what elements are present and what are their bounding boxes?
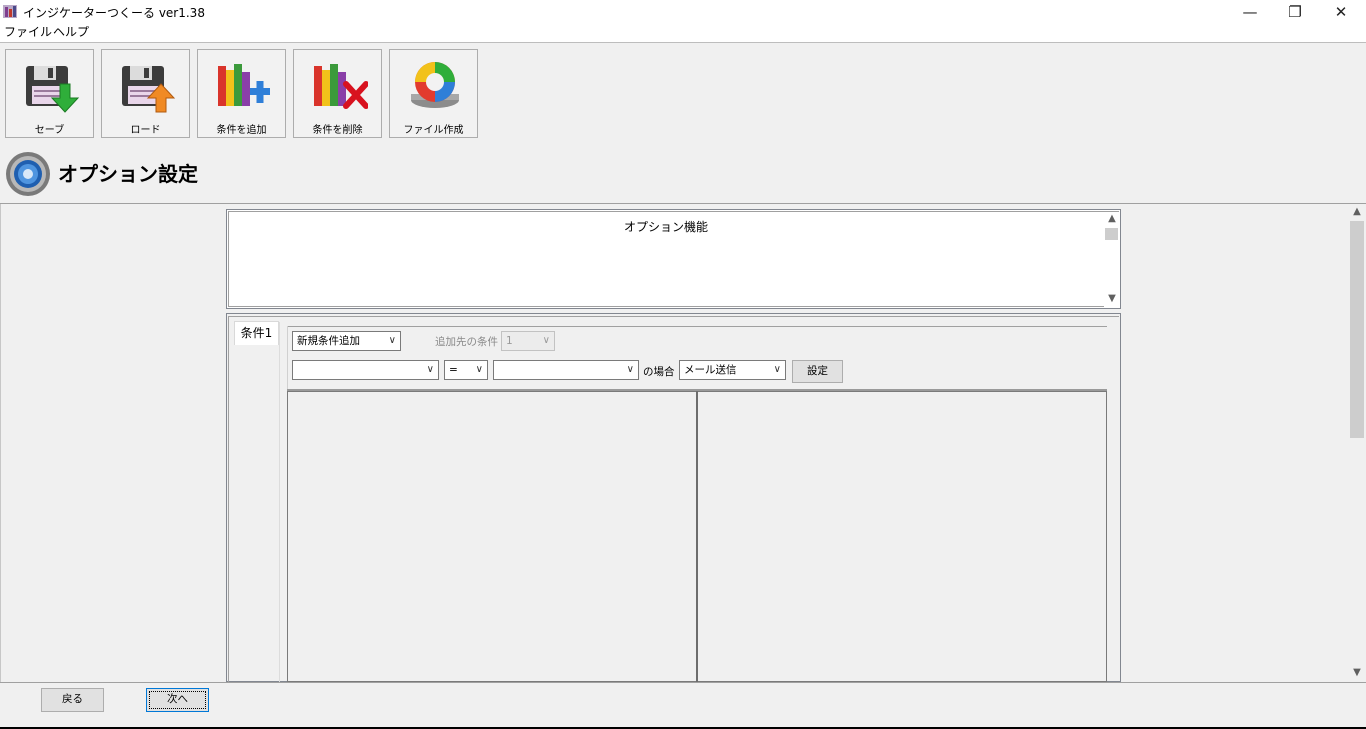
next-button-focus-ring [149, 691, 206, 709]
menu-divider [0, 42, 1366, 43]
new-condition-value: 新規条件追加 [297, 335, 360, 347]
load-label: ロード [130, 125, 161, 136]
window-title: インジケーターつくーる ver1.38 [23, 6, 205, 20]
settings-gear-icon [6, 152, 50, 196]
target-condition-select: 1 ∨ [501, 331, 555, 351]
scroll-down-icon[interactable]: ▼ [1348, 667, 1366, 678]
description-scroll-up-icon[interactable]: ▲ [1103, 213, 1121, 224]
back-button[interactable]: 戻る [41, 688, 104, 712]
description-scroll-down-icon[interactable]: ▼ [1103, 293, 1121, 304]
save-button[interactable]: セーブ [5, 49, 94, 138]
condition-form-top-border [287, 326, 1107, 327]
right-operand-select[interactable]: ∨ [493, 360, 639, 380]
chevron-down-icon: ∨ [773, 364, 781, 375]
chevron-down-icon: ∨ [626, 364, 634, 375]
delete-condition-button[interactable]: 条件を削除 [293, 49, 382, 138]
add-condition-button[interactable]: 条件を追加 [197, 49, 286, 138]
case-label: の場合 [643, 366, 675, 378]
set-button[interactable]: 設定 [792, 360, 843, 383]
load-icon [122, 66, 176, 113]
chevron-down-icon: ∨ [388, 335, 396, 346]
left-content-panel [287, 391, 697, 682]
color-gear-icon [411, 62, 459, 108]
chevron-down-icon: ∨ [475, 364, 483, 375]
add-condition-label: 条件を追加 [216, 125, 267, 136]
action-value: メール送信 [684, 364, 737, 376]
menu-help[interactable]: ヘルプ [53, 24, 89, 40]
panel-splitter[interactable] [696, 391, 698, 682]
save-icon [26, 66, 80, 113]
books-add-icon [218, 64, 270, 106]
load-button[interactable]: ロード [101, 49, 190, 138]
create-file-button[interactable]: ファイル作成 [389, 49, 478, 138]
option-description-title: オプション機能 [623, 220, 708, 234]
target-condition-value: 1 [506, 335, 513, 347]
page-title: オプション設定 [58, 162, 198, 186]
maximize-button[interactable]: ❐ [1272, 0, 1318, 24]
condition-form-left-border [287, 326, 288, 390]
minimize-button[interactable]: — [1227, 0, 1273, 24]
tab-condition-1[interactable]: 条件1 [234, 321, 279, 345]
close-button[interactable]: ✕ [1318, 0, 1364, 24]
bottom-divider [0, 682, 1366, 683]
description-scrollbar-thumb[interactable] [1105, 228, 1118, 240]
tab-strip-divider [279, 322, 280, 682]
operator-value: = [449, 364, 458, 376]
operator-select[interactable]: = ∨ [444, 360, 488, 380]
menu-bar [0, 24, 1366, 42]
action-select[interactable]: メール送信 ∨ [679, 360, 786, 380]
save-label: セーブ [34, 125, 65, 136]
left-operand-select[interactable]: ∨ [292, 360, 439, 380]
main-scrollbar-thumb[interactable] [1350, 221, 1364, 438]
books-delete-icon [314, 64, 368, 109]
app-icon [3, 5, 17, 18]
delete-condition-label: 条件を削除 [312, 125, 363, 136]
target-condition-label: 追加先の条件 [435, 336, 498, 348]
menu-file[interactable]: ファイル [4, 24, 52, 40]
right-content-panel [697, 391, 1107, 682]
scroll-up-icon[interactable]: ▲ [1348, 206, 1366, 217]
new-condition-select[interactable]: 新規条件追加 ∨ [292, 331, 401, 351]
chevron-down-icon: ∨ [542, 335, 550, 346]
chevron-down-icon: ∨ [426, 364, 434, 375]
create-file-label: ファイル作成 [403, 125, 464, 136]
